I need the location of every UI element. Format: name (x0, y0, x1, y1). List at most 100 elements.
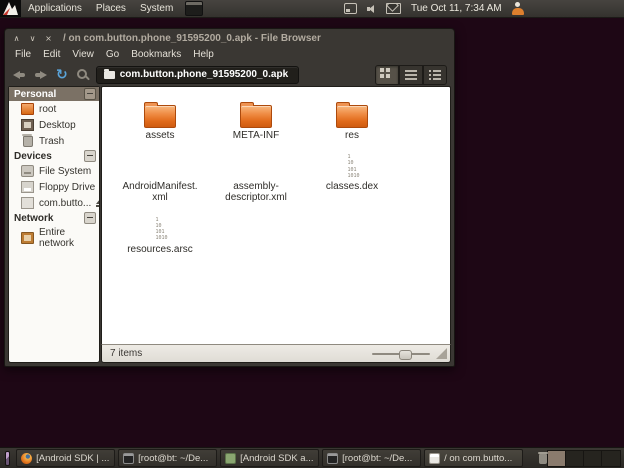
panel-menu[interactable]: Applications (21, 0, 89, 17)
back-button[interactable] (12, 69, 27, 81)
menubar-item[interactable]: Go (100, 49, 125, 60)
zoom-slider-knob[interactable] (399, 350, 412, 360)
sidebar-item[interactable]: com.butto... (9, 195, 99, 211)
file-item[interactable]: 1 10 101 1010 classes.dex (304, 148, 400, 203)
search-icon[interactable] (76, 68, 90, 82)
sidebar-item-icon (21, 181, 34, 193)
notification-indicator-icon[interactable] (344, 3, 357, 14)
sidebar-section-header[interactable]: Network (9, 211, 99, 225)
file-item[interactable]: AndroidManifest. xml (112, 148, 208, 203)
file-browser-window: ∧ ∨ × / on com.button.phone_91595200_0.a… (4, 28, 455, 367)
messages-icon[interactable] (386, 3, 401, 14)
panel-menu[interactable]: Places (89, 0, 133, 17)
sidebar-item[interactable]: Desktop (9, 117, 99, 133)
workspace-cell[interactable] (584, 451, 602, 466)
desktop: Applications Places System Tue Oct 11, 7… (0, 0, 624, 468)
task-button[interactable]: [Android SDK | ... (16, 449, 115, 467)
task-button[interactable]: [root@bt: ~/De... (322, 449, 421, 467)
menubar-item[interactable]: Bookmarks (125, 49, 187, 60)
menubar-item[interactable]: View (66, 49, 100, 60)
compact-view-button[interactable] (423, 65, 447, 85)
collapse-icon[interactable] (84, 212, 96, 224)
titlebar[interactable]: ∧ ∨ × / on com.button.phone_91595200_0.a… (5, 29, 454, 46)
view-toggle-group (375, 65, 447, 85)
icon-view-button[interactable] (375, 65, 399, 85)
task-button-label: [root@bt: ~/De... (138, 453, 208, 464)
minimize-button[interactable]: ∨ (25, 33, 40, 44)
file-item[interactable]: META-INF (208, 97, 304, 141)
sidebar-section-items: root Desktop T (9, 101, 99, 149)
zoom-slider[interactable] (372, 348, 447, 359)
show-desktop-button[interactable] (5, 451, 10, 466)
file-icon: 1 10 101 1010 (152, 215, 167, 242)
sidebar-item[interactable]: root (9, 101, 99, 117)
task-button[interactable]: [root@bt: ~/De... (118, 449, 217, 467)
file-icon-wrap: 1 10 101 1010 (152, 211, 167, 242)
sidebar-item[interactable]: Entire network (9, 225, 99, 251)
close-button[interactable]: × (41, 33, 56, 44)
sidebar-section-label: Network (14, 213, 53, 224)
refresh-button[interactable]: ↻ (56, 68, 68, 82)
task-button[interactable]: / on com.butto... (424, 449, 523, 467)
file-icon-wrap: 1 10 101 1010 (344, 148, 359, 179)
menubar-item[interactable]: Help (187, 49, 220, 60)
menubar-item[interactable]: Edit (37, 49, 66, 60)
list-view-button[interactable] (399, 65, 423, 85)
sidebar-item-label: Floppy Drive (39, 182, 95, 193)
sidebar-item-icon (21, 165, 34, 177)
statusbar: 7 items (101, 344, 451, 363)
top-panel: Applications Places System Tue Oct 11, 7… (0, 0, 624, 18)
file-item[interactable]: res (304, 97, 400, 141)
sidebar-item-icon (21, 232, 34, 244)
sidebar: Personal root (8, 86, 100, 363)
sidebar-section: Network Entire network (9, 211, 99, 251)
shade-button[interactable]: ∧ (9, 33, 24, 44)
sidebar-section-items: Entire network (9, 225, 99, 251)
workspace-cell[interactable] (566, 451, 584, 466)
task-buttons: [Android SDK | ... [root@bt: ~/De... [An… (16, 449, 523, 467)
sidebar-item[interactable]: Trash (9, 133, 99, 149)
file-label: assembly- descriptor.xml (225, 181, 287, 203)
sidebar-section-label: Personal (14, 89, 56, 100)
file-item[interactable]: 1 10 101 1010 resources.arsc (112, 211, 208, 255)
file-icon (336, 105, 368, 128)
file-item[interactable]: assembly- descriptor.xml (208, 148, 304, 203)
file-icon: 1 10 101 1010 (344, 152, 359, 179)
binary-glyph-lines: 1 10 101 1010 (152, 215, 167, 242)
backtrack-logo-icon[interactable] (0, 0, 21, 17)
user-session-icon[interactable] (512, 2, 524, 15)
resize-grip[interactable] (436, 348, 447, 359)
sidebar-section-header[interactable]: Devices (9, 149, 99, 163)
task-button-label: [Android SDK | ... (36, 453, 109, 464)
clock[interactable]: Tue Oct 11, 7:34 AM (411, 3, 502, 14)
workspace-cell[interactable] (548, 451, 566, 466)
forward-button[interactable] (33, 69, 48, 81)
sidebar-item[interactable]: File System (9, 163, 99, 179)
sidebar-section: Devices File System (9, 149, 99, 211)
collapse-icon[interactable] (84, 150, 96, 162)
trash-icon[interactable] (538, 452, 540, 464)
task-button-icon (327, 453, 338, 464)
sidebar-item[interactable]: Floppy Drive (9, 179, 99, 195)
file-item[interactable]: assets (112, 97, 208, 141)
workspace-switcher (547, 450, 621, 467)
location-button[interactable]: com.button.phone_91595200_0.apk (96, 66, 299, 84)
taskbar: [Android SDK | ... [root@bt: ~/De... [An… (0, 447, 624, 468)
terminal-launcher-icon[interactable] (185, 1, 203, 16)
menubar-item[interactable]: File (9, 49, 37, 60)
workspace-cell[interactable] (602, 451, 620, 466)
zoom-slider-track[interactable] (372, 353, 430, 355)
volume-icon[interactable] (367, 4, 376, 13)
collapse-icon[interactable] (84, 88, 96, 100)
task-button[interactable]: [Android SDK a... (220, 449, 319, 467)
file-label: assets (146, 130, 175, 141)
menubar: File Edit View Go Bookmarks Help (5, 46, 454, 62)
icon-view-icon (380, 68, 384, 72)
file-icon-wrap (336, 97, 368, 128)
sidebar-item-label: File System (39, 166, 91, 177)
file-icon-wrap (144, 97, 176, 128)
file-view[interactable]: assets META-INF (101, 86, 451, 346)
panel-menu[interactable]: System (133, 0, 180, 17)
file-label: AndroidManifest. xml (122, 181, 197, 203)
sidebar-section-header[interactable]: Personal (9, 87, 99, 101)
